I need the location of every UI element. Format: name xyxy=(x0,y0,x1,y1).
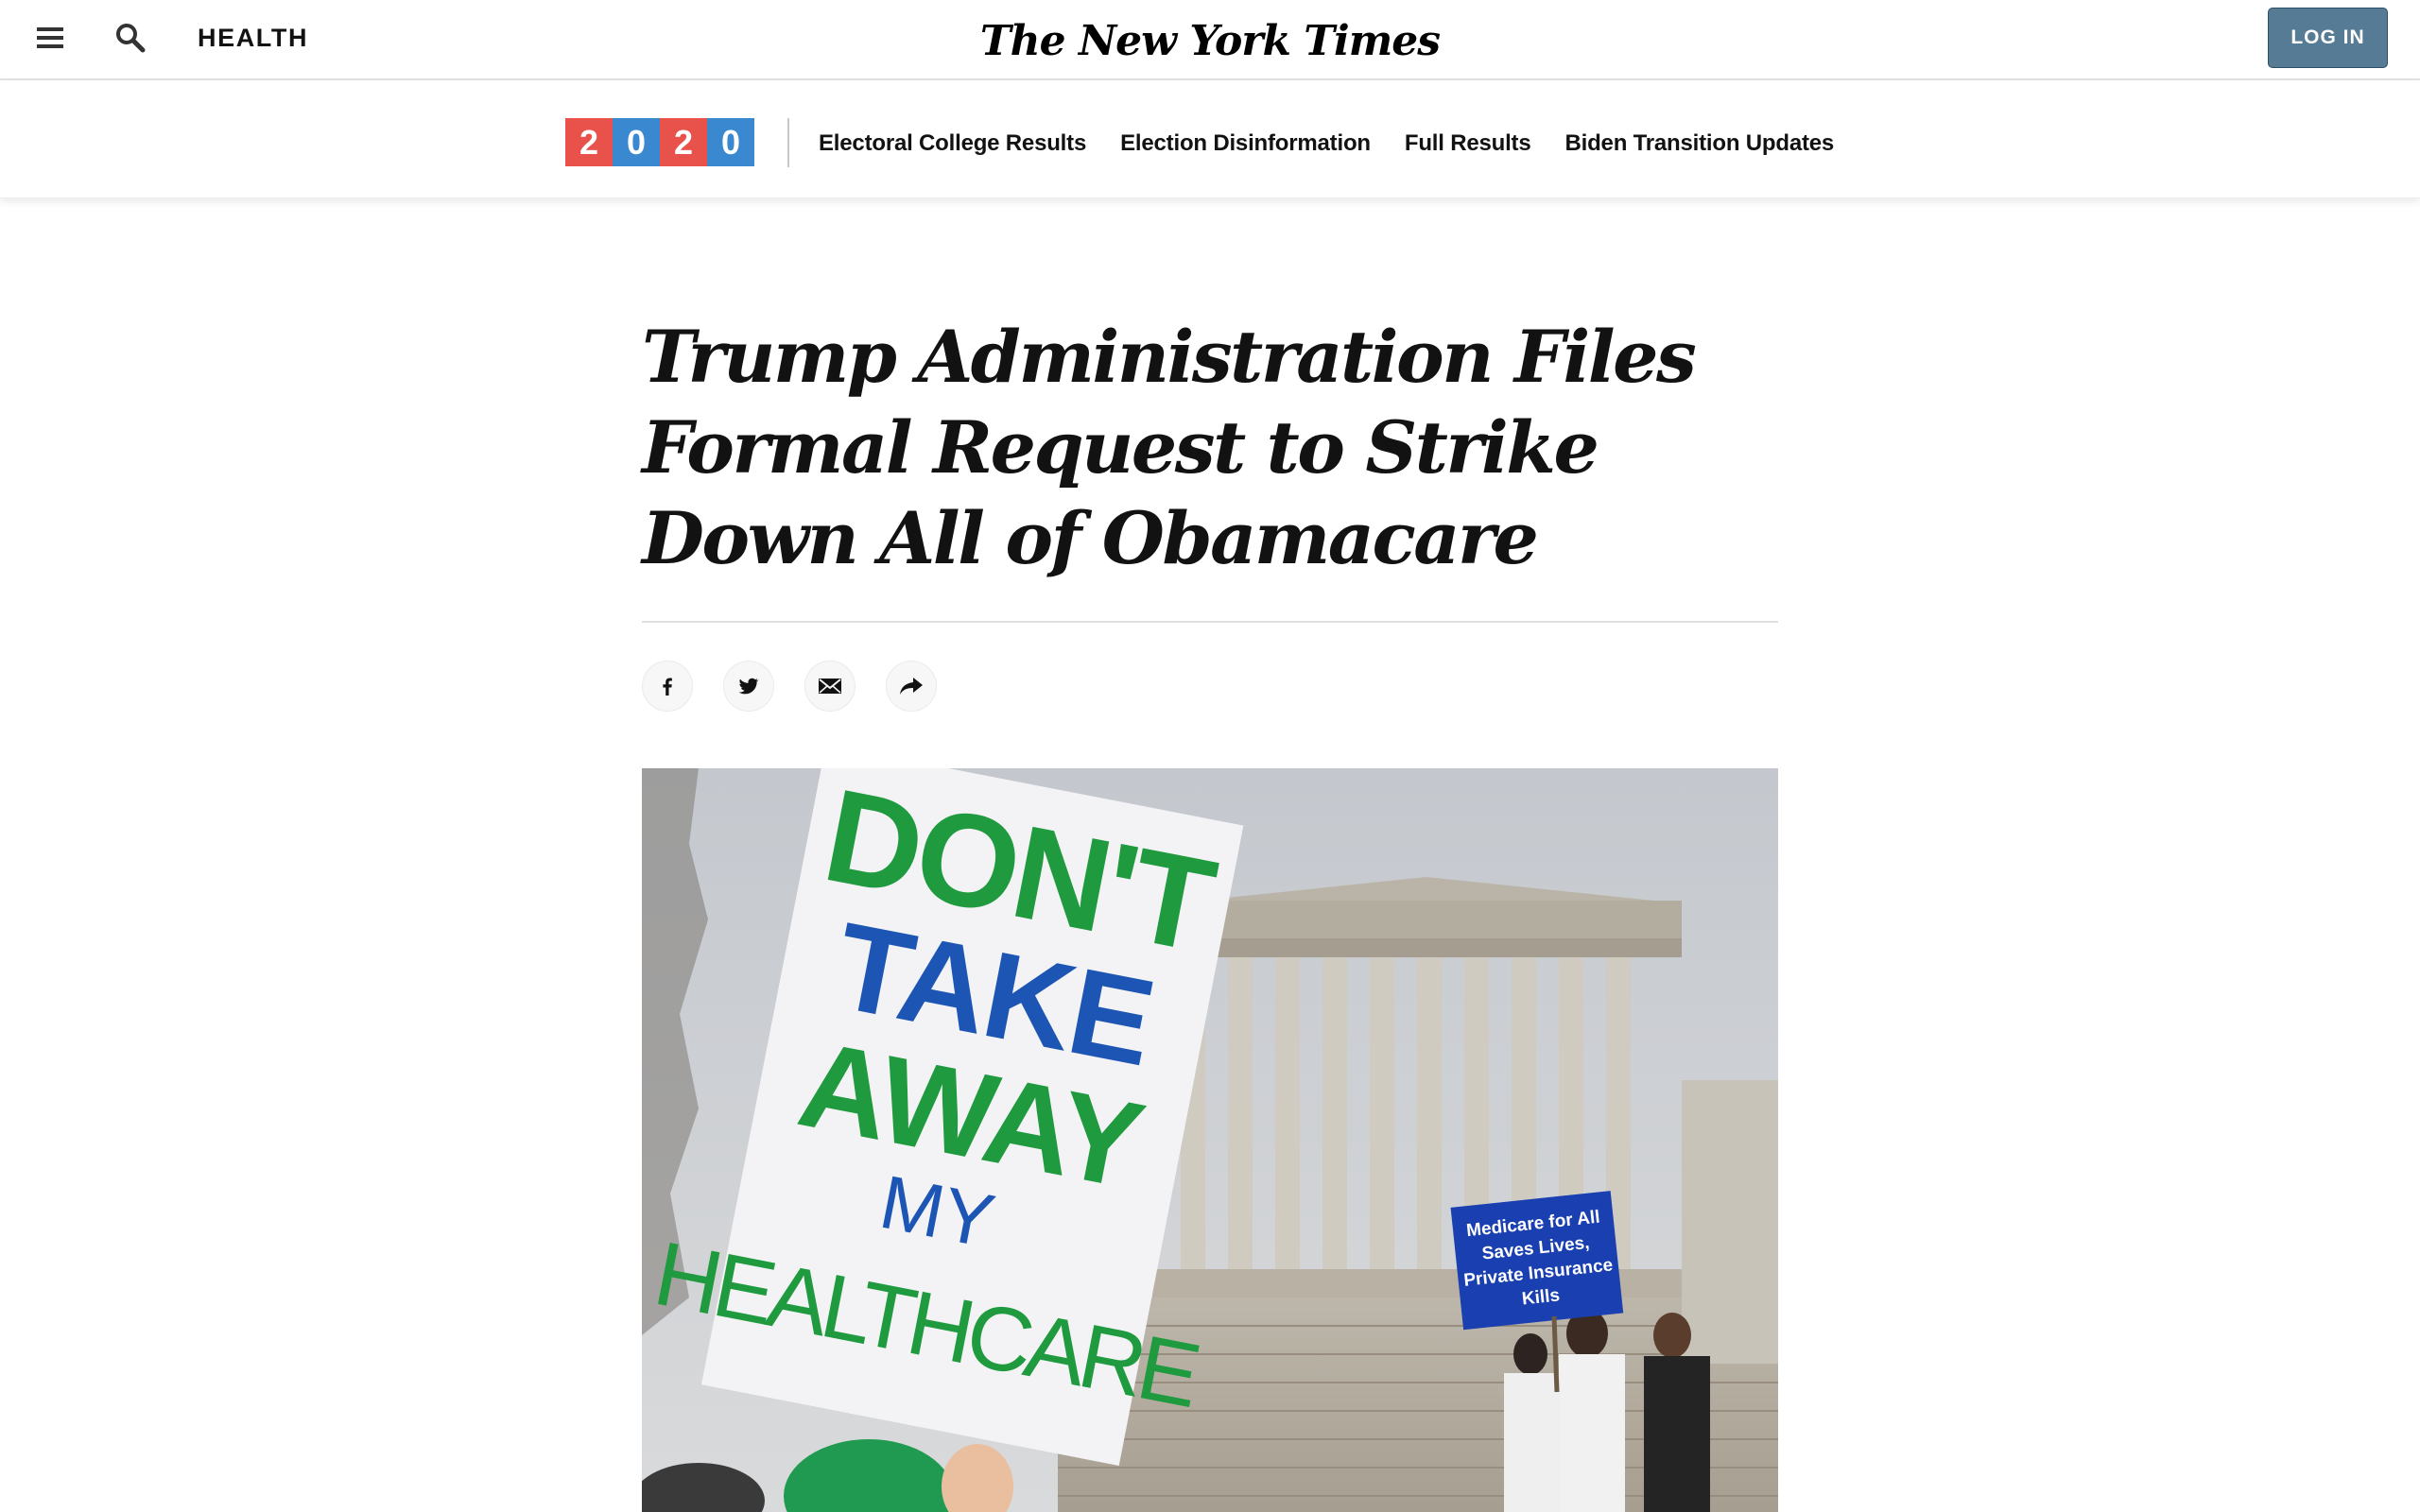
facebook-share-button[interactable] xyxy=(642,661,693,712)
article-headline: Trump Administration Files Formal Reques… xyxy=(642,315,1697,580)
section-link-health[interactable]: HEALTH xyxy=(198,23,308,53)
election-nav: 2 0 2 0 Electoral College Results Electi… xyxy=(0,80,2420,198)
protest-photo-illustration: Medicare for All Saves Lives, Private In… xyxy=(642,768,1778,1512)
twitter-share-button[interactable] xyxy=(723,661,774,712)
facebook-icon xyxy=(663,678,672,696)
search-icon[interactable] xyxy=(113,21,147,55)
nav-divider xyxy=(787,118,789,167)
share-icon xyxy=(900,678,923,695)
nyt-logo[interactable]: The New York Times xyxy=(980,11,1441,70)
share-tools xyxy=(642,661,937,712)
nav-link-election-disinformation[interactable]: Election Disinformation xyxy=(1120,130,1371,157)
masthead: HEALTH The New York Times LOG IN xyxy=(0,0,2420,80)
year-digit: 2 xyxy=(565,118,613,166)
election-nav-links: Electoral College Results Election Disin… xyxy=(819,125,1834,163)
year-digit: 2 xyxy=(660,118,707,166)
login-button[interactable]: LOG IN xyxy=(2268,8,2388,68)
email-icon xyxy=(819,679,841,694)
headline-divider xyxy=(642,621,1778,623)
nav-link-biden-transition-updates[interactable]: Biden Transition Updates xyxy=(1565,130,1835,157)
nav-link-full-results[interactable]: Full Results xyxy=(1405,130,1531,157)
more-share-button[interactable] xyxy=(886,661,937,712)
hamburger-menu-icon[interactable] xyxy=(34,25,68,53)
year-digit: 0 xyxy=(707,118,754,166)
nav-link-electoral-college-results[interactable]: Electoral College Results xyxy=(819,130,1086,157)
year-digit: 0 xyxy=(613,118,660,166)
placard-line: Kills xyxy=(1521,1285,1561,1309)
email-share-button[interactable] xyxy=(804,661,856,712)
election-2020-badge[interactable]: 2 0 2 0 xyxy=(565,118,754,166)
lead-photo: Medicare for All Saves Lives, Private In… xyxy=(642,768,1778,1512)
twitter-icon xyxy=(738,678,759,695)
